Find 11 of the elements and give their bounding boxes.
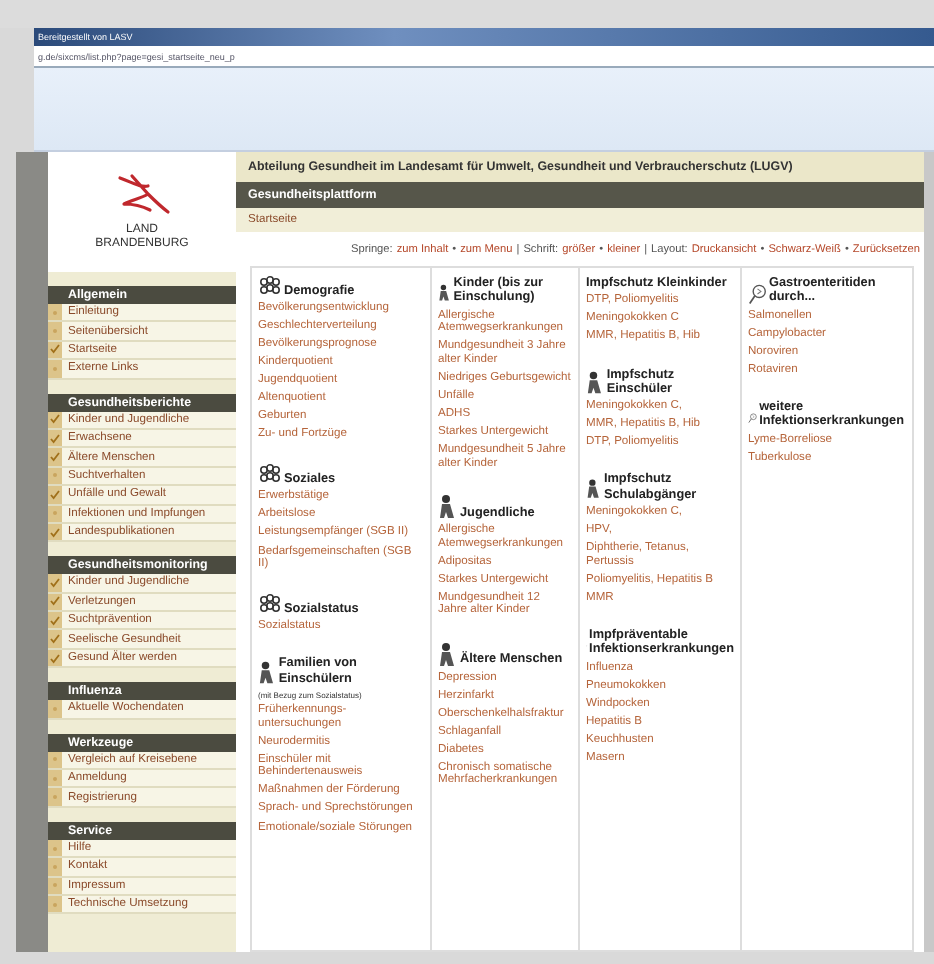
people-group-icon [258, 464, 282, 487]
person-icon [438, 641, 458, 668]
people-group-icon [258, 276, 282, 298]
person-icon [438, 279, 452, 306]
magnifier-icon [748, 281, 767, 306]
person-icon [586, 370, 605, 397]
person-icon [258, 659, 277, 686]
person-icon [586, 476, 602, 503]
people-group-icon [258, 594, 282, 617]
person-icon [438, 494, 458, 521]
scrollbar[interactable] [924, 152, 934, 952]
